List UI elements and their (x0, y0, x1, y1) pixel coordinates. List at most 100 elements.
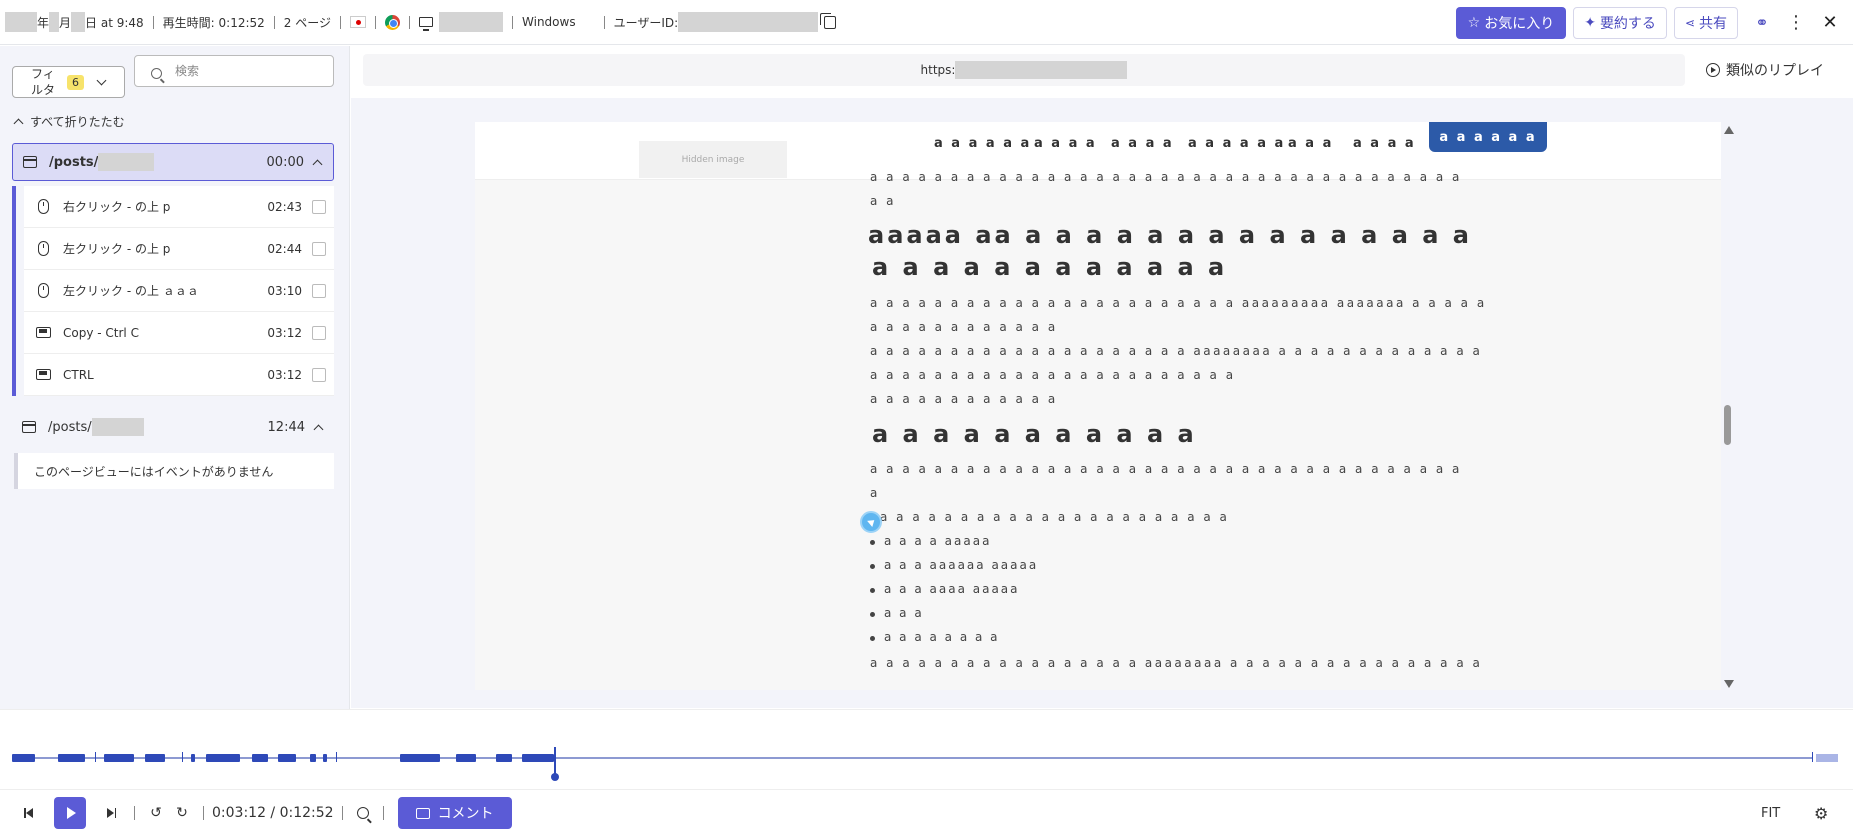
site-nav-item[interactable]: a a a a (1353, 136, 1416, 151)
redacted-path (91, 418, 144, 436)
top-actions: ☆ お気に入り ✦ 要約する ⋖ 共有 ⚭ ⋮ ✕ (1455, 0, 1853, 45)
page-view-1[interactable]: /posts/ 00:00 (12, 143, 334, 181)
date-time: 日 at 9:48 (85, 15, 144, 30)
activity-segment (145, 754, 165, 762)
viewer-scrollbar[interactable] (1722, 98, 1734, 708)
player-controls: ↺ ↻ 0:03:12 / 0:12:52 コメント FIT ⚙ (0, 791, 1853, 835)
activity-segment (496, 754, 512, 762)
list-item[interactable]: 右クリック - の上 p 02:43 (24, 186, 334, 228)
favorite-button[interactable]: ☆ お気に入り (1455, 6, 1567, 39)
date-year-suffix: 年 (37, 15, 50, 30)
close-icon[interactable]: ✕ (1813, 7, 1847, 39)
page-text: a a a a a a a a a a a a a a a a a aaaaaa… (870, 656, 1483, 670)
scroll-down-icon[interactable] (1724, 680, 1734, 688)
mouse-icon (38, 241, 49, 256)
list-item[interactable]: 左クリック - の上 ａａａ 03:10 (24, 270, 334, 312)
page-text: a a a a a a a a a a a a a a a a a a a a … (870, 296, 1487, 310)
playhead-knob[interactable] (551, 773, 559, 781)
chrome-icon (385, 14, 401, 30)
page-path: /posts/ (49, 154, 99, 170)
site-nav-item[interactable]: a a a a a a (1188, 136, 1285, 151)
forward-10-icon[interactable]: ↻ (169, 805, 195, 821)
user-id-label: ユーザーID: (613, 15, 679, 30)
redacted-month (49, 12, 60, 32)
search-box (134, 55, 335, 87)
collapse-all-button[interactable]: すべて折りたたむ (13, 113, 125, 130)
gear-icon[interactable]: ⚙ (1814, 804, 1828, 823)
chevron-down-icon (96, 75, 107, 85)
link-icon[interactable]: ⚭ (1745, 7, 1779, 39)
activity-segment (191, 754, 195, 762)
scroll-up-icon[interactable] (1724, 126, 1734, 134)
skip-forward-button[interactable] (96, 798, 126, 828)
list-item[interactable]: Copy - Ctrl C 03:12 (24, 312, 334, 354)
page-path: /posts/ (48, 419, 92, 435)
rewind-10-icon[interactable]: ↺ (143, 805, 169, 821)
event-list: 右クリック - の上 p 02:43 左クリック - の上 p 02:44 左ク… (12, 186, 334, 396)
page-text: a (870, 486, 880, 500)
page-list-item: a a a (870, 606, 924, 620)
site-nav-item-active[interactable]: a a a a a a (1429, 122, 1547, 152)
skip-back-icon (24, 808, 34, 818)
replay-viewer: Hidden image a a a a a a a a a a a a a a… (351, 98, 1853, 708)
list-item[interactable]: 左クリック - の上 p 02:44 (24, 228, 334, 270)
event-checkbox[interactable] (312, 325, 326, 340)
list-item[interactable]: CTRL 03:12 (24, 354, 334, 396)
mouse-icon (38, 199, 49, 214)
page-view-2[interactable]: /posts/ 12:44 (12, 408, 334, 446)
redacted-device (439, 12, 504, 32)
event-tick (182, 752, 183, 762)
activity-segment (323, 754, 327, 762)
no-events-message: このページビューにはイベントがありません (14, 453, 334, 489)
page-text: a a a a a a a a a a a a a a a a a a a a … (880, 510, 1230, 524)
activity-segment (104, 754, 134, 762)
filter-button[interactable]: フィルタ 6 (12, 66, 125, 98)
page-list-item: a a a aaaaaa aaaaa (870, 558, 1038, 572)
page-text: a a a a a a a a a a a a (870, 392, 1058, 406)
site-nav-item[interactable]: a a a a (1034, 136, 1097, 151)
page-text: a a a a a a a a a a a a a a a a a a a a … (870, 462, 1462, 476)
playback-timeline[interactable] (0, 709, 1853, 790)
os-name: Windows (522, 15, 576, 29)
event-tick (336, 752, 337, 762)
comment-button[interactable]: コメント (397, 797, 512, 829)
activity-segment (522, 754, 554, 762)
site-nav-item[interactable]: a a a (1288, 136, 1333, 151)
scroll-thumb[interactable] (1724, 405, 1731, 445)
play-button[interactable] (54, 797, 86, 829)
page-heading: a a a a a a a a a a a a (872, 253, 1228, 281)
event-sidebar: フィルタ 6 すべて折りたたむ /posts/ 00:00 右クリック - の上… (0, 46, 350, 709)
chevron-up-icon[interactable] (313, 424, 324, 434)
more-icon[interactable]: ⋮ (1779, 7, 1813, 39)
page-text: a a a a a a a a a a a a a a a a a a a a … (870, 170, 1462, 184)
replayed-page: Hidden image a a a a a a a a a a a a a a… (475, 122, 1721, 690)
browser-window-icon (23, 156, 37, 168)
site-nav-item[interactable]: a a a a a a (934, 136, 1031, 151)
page-list-item: a a a aaaa aaaaa (870, 582, 1020, 596)
inactive-segment (1816, 754, 1838, 762)
keyboard-icon (36, 327, 51, 338)
chevron-up-icon[interactable] (312, 159, 323, 169)
page-text: a a (870, 194, 897, 208)
event-checkbox[interactable] (312, 199, 326, 214)
event-tick (95, 752, 96, 762)
similar-replay-button[interactable]: 類似のリプレイ (1706, 60, 1824, 80)
site-nav-item[interactable]: a a a a (1111, 136, 1174, 151)
fit-button[interactable]: FIT (1761, 806, 1780, 821)
page-time: 00:00 (266, 154, 304, 170)
hidden-image-placeholder: Hidden image (639, 141, 787, 178)
zoom-icon[interactable] (356, 807, 369, 819)
redacted-url (955, 61, 1128, 79)
event-checkbox[interactable] (312, 283, 326, 298)
page-text: a a a a a a a a a a a a a a a a a a a a … (870, 368, 1236, 382)
search-input[interactable] (175, 56, 335, 86)
copy-icon[interactable] (820, 12, 837, 29)
event-checkbox[interactable] (312, 241, 326, 256)
share-button[interactable]: ⋖ 共有 (1673, 6, 1738, 39)
redacted-day (71, 12, 86, 32)
summarize-button[interactable]: ✦ 要約する (1573, 6, 1667, 39)
event-checkbox[interactable] (312, 367, 326, 382)
skip-back-button[interactable] (14, 798, 44, 828)
redacted-year (5, 12, 37, 32)
page-list-item: a a a a a a a a (870, 630, 1000, 644)
